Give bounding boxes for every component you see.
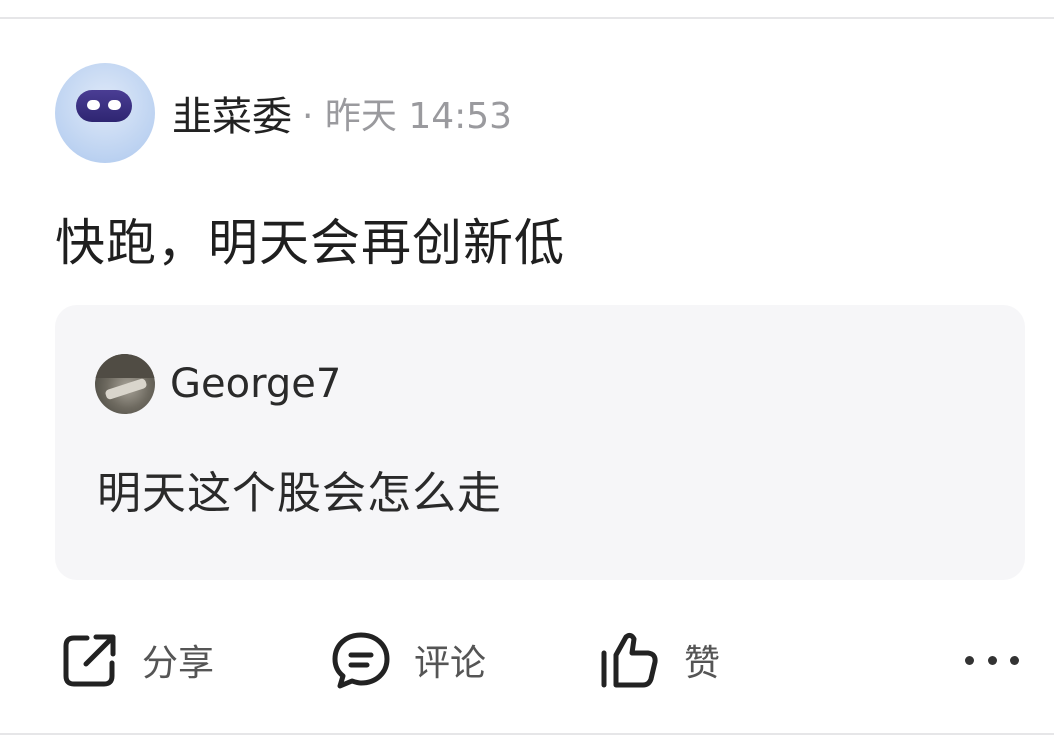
robot-eye-icon [108, 100, 121, 110]
comment-icon [332, 632, 390, 689]
bottom-divider [0, 733, 1054, 735]
quoted-author-avatar[interactable] [95, 354, 155, 414]
comment-button[interactable]: 评论 [330, 625, 486, 695]
like-button[interactable]: 赞 [598, 625, 720, 695]
post-content: 快跑，明天会再创新低 [55, 214, 565, 272]
share-button[interactable]: 分享 [60, 625, 214, 695]
post-timestamp: · 昨天 14:53 [302, 96, 513, 137]
more-icon [1010, 655, 1019, 665]
author-avatar[interactable] [55, 63, 155, 163]
action-bar: 分享 评论 赞 [0, 625, 1054, 695]
more-icon [965, 655, 974, 665]
robot-visor-icon [76, 90, 132, 122]
share-icon [63, 634, 116, 687]
share-label: 分享 [142, 643, 215, 684]
robot-eye-icon [87, 100, 100, 110]
comment-label: 评论 [414, 643, 487, 684]
post-header: 韭菜委 · 昨天 14:53 [55, 63, 512, 163]
author-name[interactable]: 韭菜委 [172, 84, 292, 142]
more-icon [987, 655, 997, 665]
post-card: 韭菜委 · 昨天 14:53 快跑，明天会再创新低 George7 明天这个股会… [0, 0, 1054, 736]
like-label: 赞 [684, 643, 721, 684]
avatar-photo-detail [104, 377, 148, 401]
avatar-photo-shade [95, 354, 155, 378]
quoted-post[interactable]: George7 明天这个股会怎么走 [55, 305, 1025, 580]
quoted-author-name[interactable]: George7 [170, 361, 341, 407]
top-divider [0, 17, 1054, 19]
more-button[interactable] [965, 647, 1019, 673]
quoted-post-content: 明天这个股会怎么走 [97, 468, 502, 519]
thumbs-up-icon [601, 632, 658, 688]
quoted-post-header: George7 [95, 354, 341, 414]
